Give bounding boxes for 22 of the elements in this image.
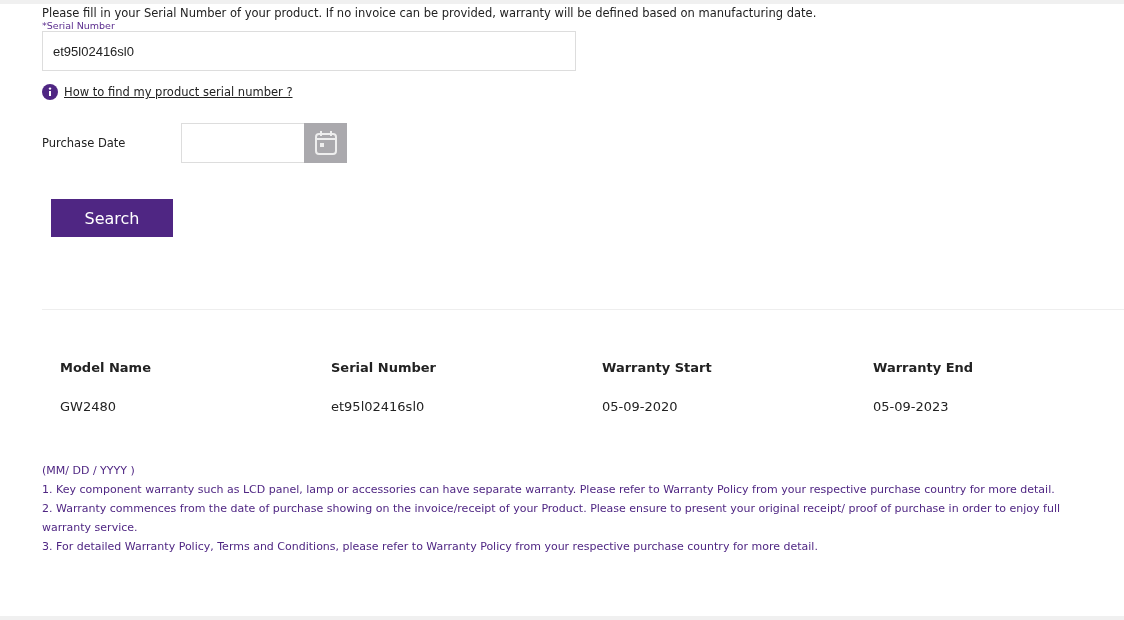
column-header: Serial Number bbox=[331, 360, 437, 375]
note-text: 1. Key component warranty such as LCD panel, lamp or accessories can have separate warranty. Please refer to Warranty Policy from your respective purchase country for more detail. bbox=[42, 482, 1056, 498]
column-header: Warranty Start bbox=[602, 360, 713, 375]
note-text: (MM/ DD / YYYY ) bbox=[42, 463, 136, 479]
field-label: Purchase Date bbox=[42, 136, 127, 150]
date-field[interactable] bbox=[181, 123, 304, 163]
calendar-button[interactable] bbox=[304, 123, 347, 163]
field-label: *Serial Number bbox=[42, 20, 116, 31]
note-text: 2. Warranty commences from the date of purchase showing on the invoice/receipt of your Product. Please ensure to present your original receipt/ proof of purchase in order to enjoy full warranty service. bbox=[42, 501, 1061, 536]
info-icon bbox=[42, 84, 58, 100]
table-cell-text: 05-09-2023 bbox=[873, 399, 950, 414]
table-cell-text: et95l02416sl0 bbox=[331, 399, 426, 414]
help-link[interactable]: How to find my product serial number ? bbox=[64, 85, 293, 99]
note-text: 3. For detailed Warranty Policy, Terms and Conditions, please refer to Warranty Policy from your respective purchase country for more detail. bbox=[42, 539, 819, 555]
column-header: Model Name bbox=[60, 360, 152, 375]
column-header: Warranty End bbox=[873, 360, 975, 375]
table-cell-text: 05-09-2020 bbox=[602, 399, 679, 414]
calendar-icon bbox=[313, 130, 338, 156]
search-button[interactable]: Search bbox=[51, 199, 173, 237]
table-cell-text: GW2480 bbox=[60, 399, 117, 414]
serial-number-field[interactable]: et95l02416sl0 bbox=[42, 31, 576, 71]
instruction-text: Please fill in your Serial Number of your product. If no invoice can be provided, warranty will be defined based on manufacturing date. bbox=[42, 6, 818, 20]
